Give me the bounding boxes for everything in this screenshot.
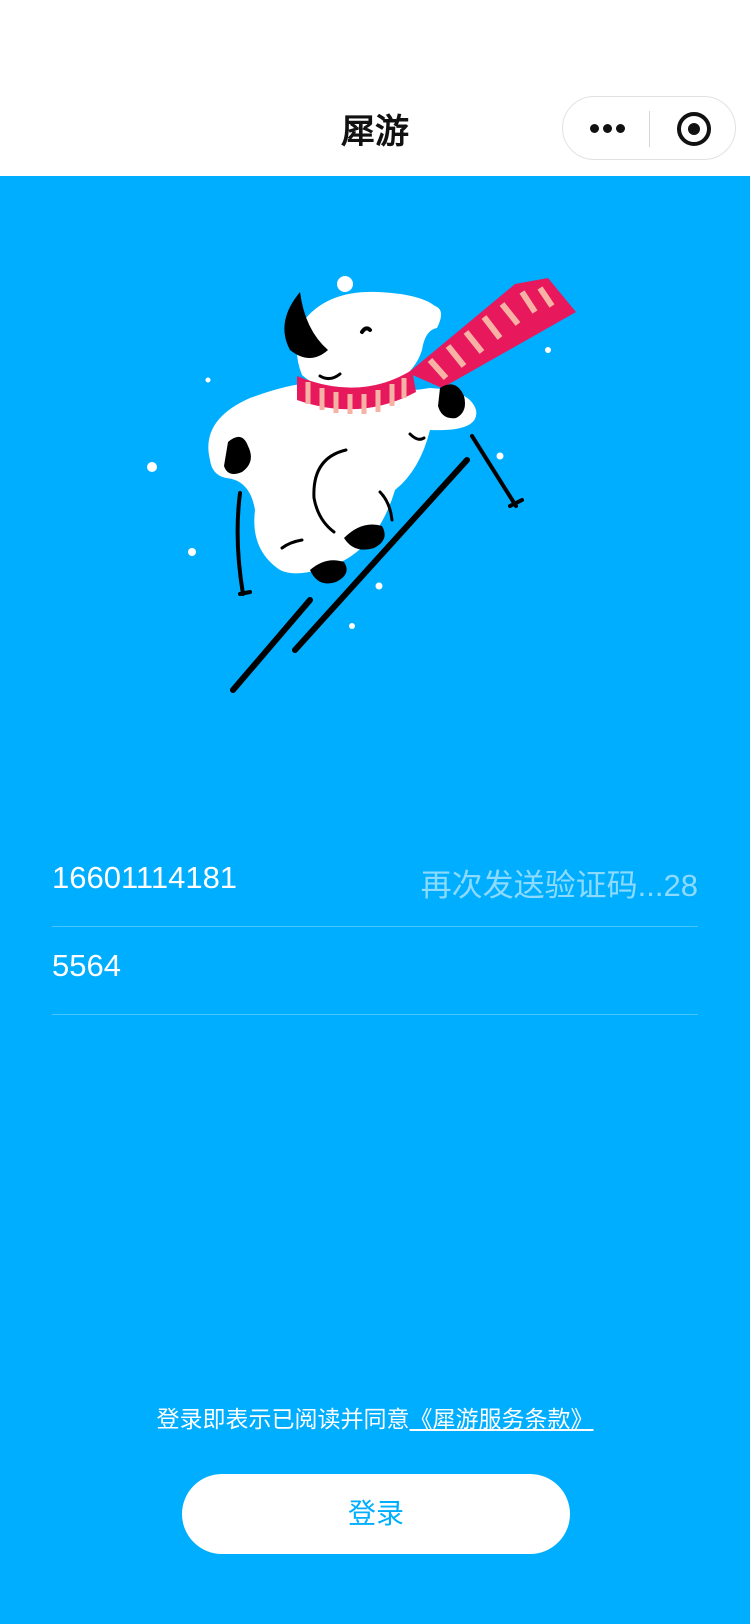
close-miniprogram-button[interactable] [650, 97, 736, 159]
verification-code-input[interactable]: 5564 [52, 948, 121, 984]
login-button[interactable]: 登录 [182, 1474, 570, 1554]
navigation-bar: 犀游 [0, 0, 750, 176]
phone-field[interactable]: 16601114181 再次发送验证码...28 [52, 838, 698, 927]
skiing-rhino-illustration [147, 276, 576, 693]
agreement-prefix: 登录即表示已阅读并同意 [156, 1407, 410, 1433]
terms-link[interactable]: 《犀游服务条款》 [410, 1407, 594, 1433]
menu-capsule [562, 96, 736, 160]
agreement-text: 登录即表示已阅读并同意《犀游服务条款》 [0, 1400, 750, 1434]
phone-input[interactable]: 16601114181 [52, 860, 237, 896]
verification-code-field[interactable]: 5564 [52, 926, 698, 1015]
more-button[interactable] [563, 97, 649, 159]
resend-code-countdown: 再次发送验证码...28 [420, 868, 698, 903]
